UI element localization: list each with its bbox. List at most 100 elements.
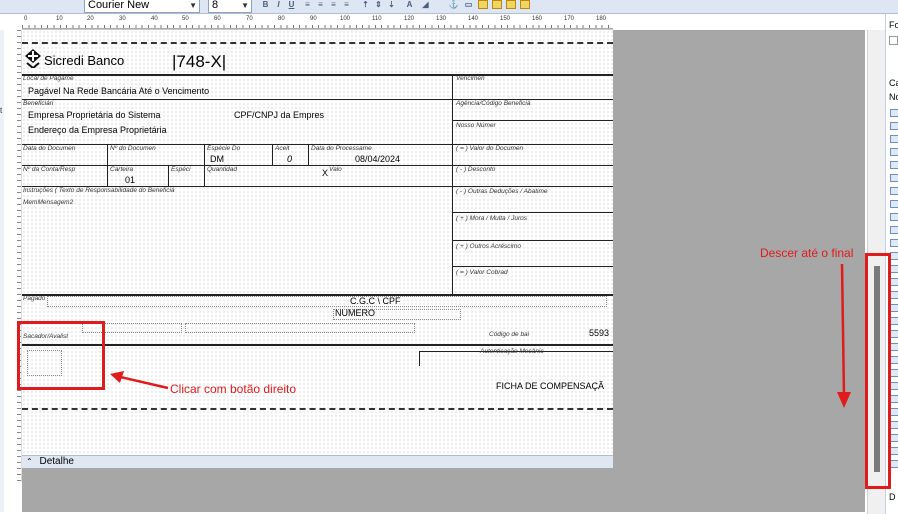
ruler-scale — [22, 25, 613, 29]
component-icon[interactable] — [890, 408, 898, 416]
divider — [107, 165, 108, 186]
panel-tab-no[interactable]: No — [889, 92, 898, 102]
component-icon[interactable] — [890, 382, 898, 390]
font-size-combo[interactable]: 8 ▼ — [208, 0, 252, 13]
ruler-tick: 40 — [151, 16, 158, 22]
valor-x-marker: X — [322, 168, 329, 178]
beneficiario-label: Beneficiári — [23, 100, 54, 107]
underline-button[interactable]: U — [286, 0, 297, 10]
component-icon[interactable] — [890, 122, 898, 130]
divider — [419, 351, 420, 366]
component-icon[interactable] — [890, 239, 898, 247]
divider — [452, 120, 613, 121]
component-icon[interactable] — [890, 135, 898, 143]
chevron-down-icon: ▼ — [189, 1, 197, 10]
bring-to-front-icon[interactable] — [506, 0, 516, 9]
cut-line — [22, 42, 613, 44]
component-icon[interactable] — [890, 200, 898, 208]
component-icon[interactable] — [890, 148, 898, 156]
panel-tab-ca[interactable]: Ca — [889, 78, 898, 88]
align-bottom-icon[interactable]: ⇣ — [386, 0, 397, 10]
bold-button[interactable]: B — [260, 0, 271, 10]
dock-marker-icon: t — [0, 106, 3, 115]
outras-deducoes-label: ( - ) Outras Deduções / Abatime — [456, 188, 548, 195]
cpf-cnpj-value: CPF/CNPJ da Empres — [234, 110, 325, 120]
numero-value: NUMERO — [335, 308, 375, 318]
right-click-highlight-box — [17, 321, 105, 390]
ruler-tick: 170 — [564, 16, 575, 22]
component-icon[interactable] — [890, 187, 898, 195]
fill-color-icon[interactable]: ◢ — [420, 0, 431, 10]
component-icon[interactable] — [890, 213, 898, 221]
pagador-field[interactable] — [47, 296, 607, 307]
panel-tab-fo[interactable]: Fo — [889, 20, 898, 30]
copy-icon[interactable] — [478, 0, 488, 9]
component-icon[interactable] — [890, 252, 898, 260]
component-icon[interactable] — [890, 174, 898, 182]
component-icon[interactable] — [890, 265, 898, 273]
component-icon[interactable] — [890, 447, 898, 455]
component-icon[interactable] — [890, 434, 898, 442]
carteira-value: 01 — [125, 175, 136, 185]
component-icon[interactable] — [890, 356, 898, 364]
mem-mensagem-field[interactable]: MemMensagem2 — [23, 199, 73, 206]
component-icon[interactable] — [890, 369, 898, 377]
component-icon[interactable] — [890, 304, 898, 312]
panel-tab-d[interactable]: D — [889, 492, 896, 502]
component-icon[interactable] — [890, 421, 898, 429]
component-icon[interactable] — [890, 330, 898, 338]
valor-cobrado-label: ( = ) Valor Cobrad — [456, 269, 508, 276]
mora-label: ( + ) Mora / Multa / Juros — [456, 215, 527, 222]
component-icon[interactable] — [890, 291, 898, 299]
beneficiario-value: Empresa Proprietária do Sistema — [28, 110, 161, 120]
font-color-icon[interactable]: A — [404, 0, 415, 10]
collapse-arrow-icon[interactable]: ⌃ — [26, 457, 33, 466]
ruler-tick: 50 — [182, 16, 189, 22]
frame-icon[interactable]: ▭ — [463, 0, 474, 10]
component-icon[interactable] — [890, 109, 898, 117]
paste-icon[interactable] — [492, 0, 502, 9]
vencimento-label: Vencimen — [456, 75, 485, 82]
italic-button[interactable]: I — [273, 0, 284, 10]
component-icon[interactable] — [890, 395, 898, 403]
ruler-tick: 80 — [278, 16, 285, 22]
especie-doc-value: DM — [210, 154, 224, 164]
component-icon[interactable] — [890, 278, 898, 286]
align-middle-icon[interactable]: ⇕ — [373, 0, 384, 10]
align-right-icon[interactable]: ≡ — [328, 0, 339, 10]
panel-checkbox[interactable] — [889, 36, 898, 45]
divider — [452, 266, 613, 267]
cgc-cpf-value: C.G.C \ CPF — [350, 296, 401, 306]
component-icon[interactable] — [890, 317, 898, 325]
cut-line — [22, 408, 613, 410]
bank-name: Sicredi Banco — [44, 53, 125, 68]
especie-label: Espéci — [171, 166, 191, 173]
align-justify-icon[interactable]: ≡ — [341, 0, 352, 10]
align-top-icon[interactable]: ⇡ — [360, 0, 371, 10]
divider — [204, 165, 205, 186]
ruler-tick: 160 — [532, 16, 543, 22]
component-icon[interactable] — [890, 226, 898, 234]
ruler-tick: 0 — [24, 16, 28, 22]
component-icon[interactable] — [890, 161, 898, 169]
anchor-icon[interactable]: ⚓ — [448, 0, 459, 10]
cidade-pagador-field[interactable] — [185, 323, 415, 333]
divider — [168, 165, 169, 186]
component-icon[interactable] — [890, 460, 898, 468]
divider — [22, 344, 613, 346]
scroll-instruction: Descer até o final — [760, 246, 854, 260]
component-icon[interactable] — [890, 343, 898, 351]
data-documento-label: Data do Documen — [23, 145, 76, 152]
arrow-left-icon — [110, 371, 169, 390]
align-left-icon[interactable]: ≡ — [302, 0, 313, 10]
font-name-combo[interactable]: Courier New ▼ — [84, 0, 200, 13]
align-center-icon[interactable]: ≡ — [315, 0, 326, 10]
instrucoes-label: Instruções ( Texto de Responsabilidade d… — [23, 187, 175, 194]
send-to-back-icon[interactable] — [520, 0, 530, 9]
ruler-tick: 140 — [468, 16, 479, 22]
valor-label: Valo — [329, 166, 342, 173]
ruler-tick: 90 — [310, 16, 317, 22]
nosso-numero-label: Nosso Númer — [456, 122, 496, 129]
detail-band-bar[interactable]: ⌃ Detalhe — [22, 455, 613, 468]
divider — [22, 74, 613, 76]
